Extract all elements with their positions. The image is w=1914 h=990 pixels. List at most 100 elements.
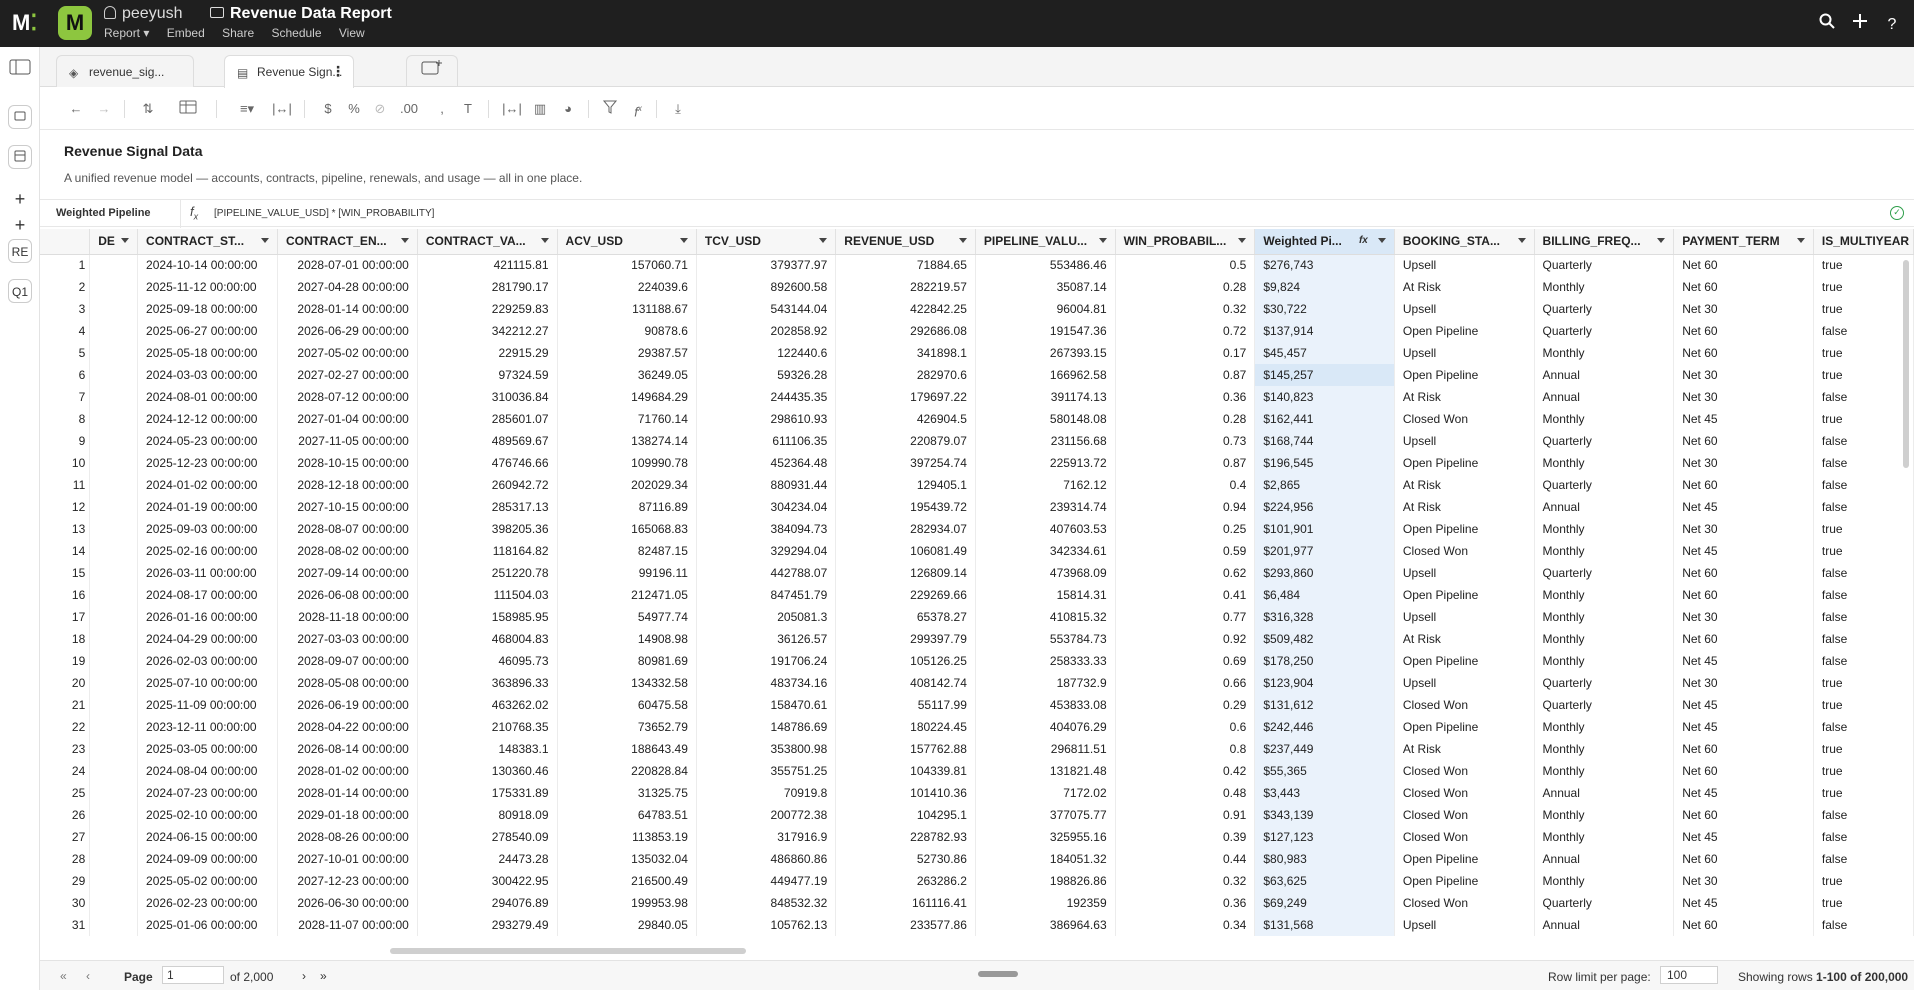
table-cell[interactable]: 31325.75 xyxy=(557,782,697,804)
menu-embed[interactable]: Embed xyxy=(167,26,205,40)
table-row[interactable]: 29 2025-05-02 00:00:00 2027-12-23 00:00:00… xyxy=(40,870,1914,892)
table-cell[interactable]: Closed Won xyxy=(1394,694,1535,716)
table-cell[interactable]: 355751.25 xyxy=(696,760,837,782)
table-cell[interactable]: 449477.19 xyxy=(696,870,837,892)
table-cell[interactable]: 7162.12 xyxy=(975,474,1116,496)
table-cell[interactable] xyxy=(89,496,139,518)
table-cell[interactable]: 278540.09 xyxy=(417,826,558,848)
table-cell[interactable]: Quarterly xyxy=(1534,298,1675,320)
table-row[interactable]: 1 2024-10-14 00:00:00 2028-07-01 00:00:00 4… xyxy=(40,254,1914,276)
table-cell[interactable]: Upsell xyxy=(1394,606,1535,628)
table-cell[interactable]: 2027-03-03 00:00:00 xyxy=(277,628,418,650)
table-cell[interactable]: 36249.05 xyxy=(557,364,697,386)
decimal-icon[interactable]: .00 xyxy=(396,100,422,118)
chevron-down-icon[interactable] xyxy=(121,238,130,243)
table-cell[interactable] xyxy=(89,628,139,650)
table-cell[interactable] xyxy=(89,342,139,364)
table-cell[interactable]: 195439.72 xyxy=(835,496,976,518)
column-width-icon[interactable]: |↔| xyxy=(272,100,292,118)
next-page-button[interactable]: › xyxy=(302,969,306,983)
table-cell[interactable]: Net 45 xyxy=(1673,408,1814,430)
chevron-down-icon[interactable] xyxy=(819,238,828,243)
table-cell[interactable]: 258333.33 xyxy=(975,650,1116,672)
table-cell[interactable]: Closed Won xyxy=(1394,760,1535,782)
table-row[interactable]: 13 2025-09-03 00:00:00 2028-08-07 00:00:00… xyxy=(40,518,1914,540)
table-cell[interactable]: 379377.97 xyxy=(696,254,837,276)
table-cell[interactable]: true xyxy=(1813,364,1914,386)
column-header[interactable]: CONTRACT_VA... xyxy=(417,229,558,255)
table-cell[interactable]: 848532.32 xyxy=(696,892,837,914)
search-icon[interactable] xyxy=(1817,13,1837,33)
table-cell[interactable]: $137,914 xyxy=(1254,320,1395,342)
table-cell[interactable]: Open Pipeline xyxy=(1394,848,1535,870)
table-cell[interactable] xyxy=(89,782,139,804)
table-cell[interactable]: Monthly xyxy=(1534,716,1675,738)
text-format-icon[interactable]: T xyxy=(458,100,478,118)
table-cell[interactable]: 2028-01-14 00:00:00 xyxy=(277,782,418,804)
table-cell[interactable]: 60475.58 xyxy=(557,694,697,716)
table-cell[interactable]: 386964.63 xyxy=(975,914,1116,936)
table-cell[interactable]: 239314.74 xyxy=(975,496,1116,518)
table-cell[interactable]: 489569.67 xyxy=(417,430,558,452)
table-cell[interactable]: false xyxy=(1813,914,1914,936)
table-cell[interactable]: 2024-10-14 00:00:00 xyxy=(137,254,278,276)
table-cell[interactable]: 553486.46 xyxy=(975,254,1116,276)
table-cell[interactable]: 483734.16 xyxy=(696,672,837,694)
table-cell[interactable]: 2027-04-28 00:00:00 xyxy=(277,276,418,298)
table-cell[interactable]: Net 30 xyxy=(1673,518,1814,540)
table-row[interactable]: 6 2024-03-03 00:00:00 2027-02-27 00:00:00 9… xyxy=(40,364,1914,386)
table-row[interactable]: 19 2026-02-03 00:00:00 2028-09-07 00:00:00… xyxy=(40,650,1914,672)
table-cell[interactable]: Net 60 xyxy=(1673,254,1814,276)
table-cell[interactable]: true xyxy=(1813,870,1914,892)
column-header[interactable]: BILLING_FREQ... xyxy=(1534,229,1675,255)
table-cell[interactable]: 2025-09-18 00:00:00 xyxy=(137,298,278,320)
menu-schedule[interactable]: Schedule xyxy=(271,26,321,40)
table-cell[interactable]: 2026-03-11 00:00:00 xyxy=(137,562,278,584)
table-cell[interactable]: 15814.31 xyxy=(975,584,1116,606)
table-cell[interactable]: 260942.72 xyxy=(417,474,558,496)
table-cell[interactable]: 2026-08-14 00:00:00 xyxy=(277,738,418,760)
table-cell[interactable]: 233577.86 xyxy=(835,914,976,936)
table-cell[interactable]: 161116.41 xyxy=(835,892,976,914)
table-cell[interactable]: $101,901 xyxy=(1254,518,1395,540)
chevron-down-icon[interactable] xyxy=(958,238,967,243)
filter-icon[interactable] xyxy=(600,100,620,118)
table-cell[interactable]: 2024-12-12 00:00:00 xyxy=(137,408,278,430)
table-cell[interactable]: 225913.72 xyxy=(975,452,1116,474)
table-cell[interactable] xyxy=(89,606,139,628)
table-cell[interactable]: 96004.81 xyxy=(975,298,1116,320)
column-header[interactable]: CONTRACT_ST... xyxy=(137,229,278,255)
table-cell[interactable]: 187732.9 xyxy=(975,672,1116,694)
table-cell[interactable]: $242,446 xyxy=(1254,716,1395,738)
table-cell[interactable]: 0.72 xyxy=(1115,320,1256,342)
align-icon[interactable]: ≡▾ xyxy=(232,100,262,118)
table-cell[interactable]: 24473.28 xyxy=(417,848,558,870)
table-cell[interactable]: $196,545 xyxy=(1254,452,1395,474)
table-cell[interactable]: 0.36 xyxy=(1115,892,1256,914)
table-cell[interactable]: 329294.04 xyxy=(696,540,837,562)
table-cell[interactable]: 228782.93 xyxy=(835,826,976,848)
table-cell[interactable]: $6,484 xyxy=(1254,584,1395,606)
table-cell[interactable]: 2025-05-18 00:00:00 xyxy=(137,342,278,364)
formula-icon[interactable]: fx xyxy=(628,100,648,119)
table-cell[interactable]: 2024-08-04 00:00:00 xyxy=(137,760,278,782)
table-cell[interactable]: 216500.49 xyxy=(557,870,697,892)
table-cell[interactable]: At Risk xyxy=(1394,738,1535,760)
add-icon[interactable] xyxy=(1850,13,1870,33)
chevron-down-icon[interactable] xyxy=(1098,238,1107,243)
table-cell[interactable]: $123,904 xyxy=(1254,672,1395,694)
table-cell[interactable]: 0.44 xyxy=(1115,848,1256,870)
table-cell[interactable]: Quarterly xyxy=(1534,694,1675,716)
table-cell[interactable]: 97324.59 xyxy=(417,364,558,386)
table-cell[interactable]: Net 60 xyxy=(1673,760,1814,782)
table-cell[interactable]: 36126.57 xyxy=(696,628,837,650)
table-cell[interactable]: Monthly xyxy=(1534,760,1675,782)
table-cell[interactable]: false xyxy=(1813,826,1914,848)
table-cell[interactable]: 87116.89 xyxy=(557,496,697,518)
table-cell[interactable]: false xyxy=(1813,474,1914,496)
table-cell[interactable]: 105762.13 xyxy=(696,914,837,936)
table-cell[interactable]: 263286.2 xyxy=(835,870,976,892)
table-cell[interactable]: 2025-02-10 00:00:00 xyxy=(137,804,278,826)
table-cell[interactable]: $343,139 xyxy=(1254,804,1395,826)
table-cell[interactable]: 2026-01-16 00:00:00 xyxy=(137,606,278,628)
